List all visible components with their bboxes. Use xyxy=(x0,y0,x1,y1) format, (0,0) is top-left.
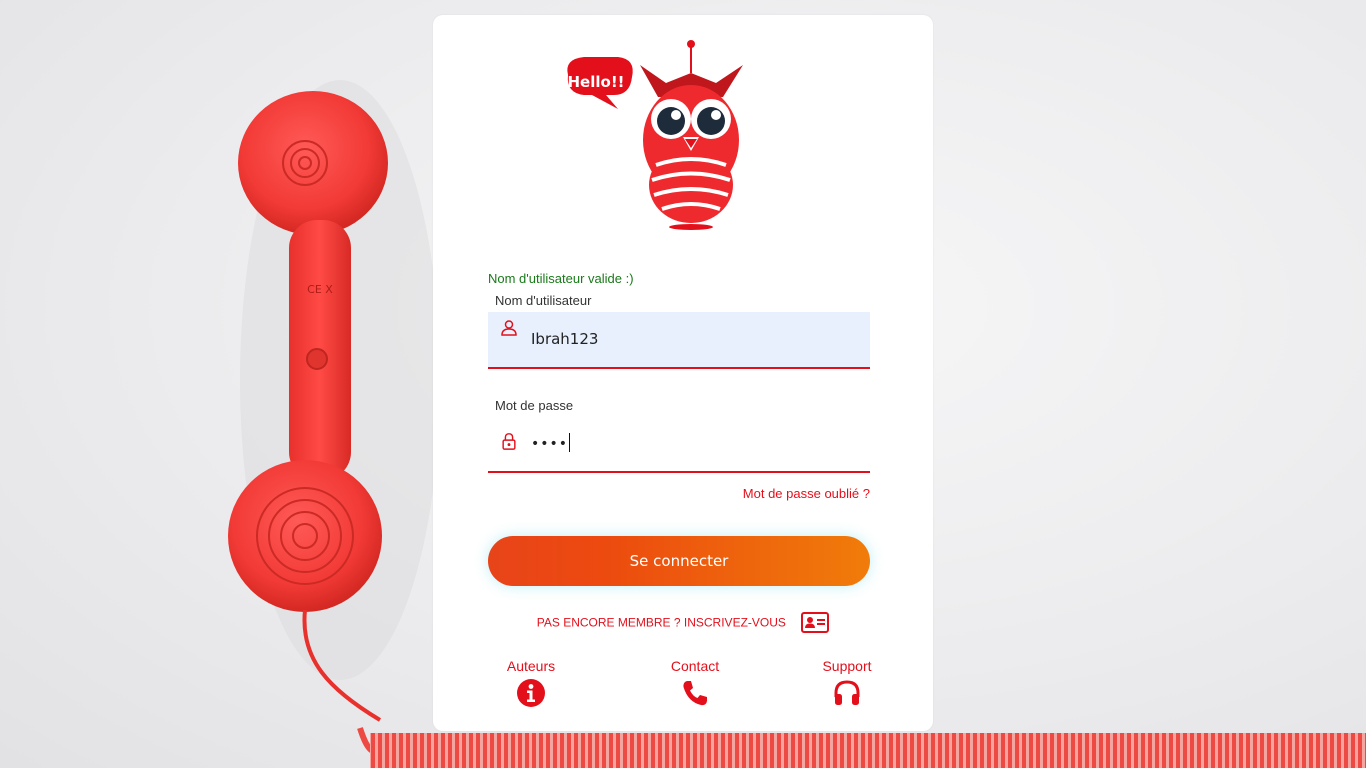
footer-link-label: Auteurs xyxy=(506,658,556,674)
svg-text:CE X: CE X xyxy=(307,283,333,296)
phone-icon xyxy=(683,681,707,706)
footer-link-label: Support xyxy=(822,658,872,674)
password-label: Mot de passe xyxy=(495,398,574,413)
user-icon xyxy=(501,320,517,336)
signup-link[interactable]: PAS ENCORE MEMBRE ? INSCRIVEZ-VOUS xyxy=(433,612,933,633)
id-card-icon xyxy=(801,612,830,633)
signup-prompt: PAS ENCORE MEMBRE ? INSCRIVEZ-VOUS xyxy=(536,615,786,630)
lock-icon xyxy=(502,433,516,450)
footer-link-authors[interactable]: Auteurs xyxy=(501,658,561,708)
login-card: Hello!! Nom d'utilisateur valide :) Nom … xyxy=(433,15,933,731)
footer-link-support[interactable]: Support xyxy=(817,658,877,708)
forgot-password-link[interactable]: Mot de passe oublié ? xyxy=(743,486,870,501)
login-button[interactable]: Se connecter xyxy=(488,536,870,586)
owl-logo: Hello!! xyxy=(567,40,743,230)
speech-bubble-text: Hello!! xyxy=(568,73,625,91)
username-label: Nom d'utilisateur xyxy=(495,293,592,308)
password-field[interactable]: •••• xyxy=(488,416,870,473)
text-caret xyxy=(569,433,571,452)
info-icon xyxy=(517,679,545,707)
footer-link-contact[interactable]: Contact xyxy=(665,658,725,708)
username-input[interactable]: Ibrah123 xyxy=(531,330,598,348)
username-valid-message: Nom d'utilisateur valide :) xyxy=(488,271,634,286)
headset-icon xyxy=(834,680,860,705)
password-input[interactable]: •••• xyxy=(531,433,571,452)
password-masked-value: •••• xyxy=(531,436,569,452)
username-field[interactable]: Ibrah123 xyxy=(488,312,870,369)
footer-link-label: Contact xyxy=(670,658,720,674)
